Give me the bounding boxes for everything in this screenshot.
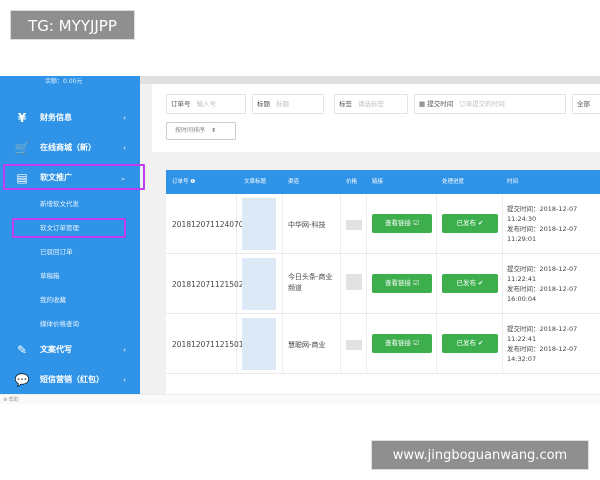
status-published-button[interactable]: 已发布 ✔: [442, 334, 498, 353]
order-number: 201812071121502: [172, 280, 244, 289]
field-placeholder: 订单提交的时间: [459, 100, 505, 108]
sidebar-item-mall[interactable]: 🛒 在线商城（新） ‹: [0, 134, 140, 162]
article-thumbnail: [242, 258, 276, 310]
price-value: [346, 274, 362, 290]
article-thumbnail: [242, 198, 276, 250]
orders-table: 订单号 ❶ 文章标题 渠道 价格 链接 处理进度 时间 201812071124…: [166, 170, 600, 394]
highlight-box-promotion: [3, 164, 145, 190]
field-placeholder: 标题: [276, 100, 289, 108]
chat-icon: 💬: [14, 373, 30, 387]
sidebar: 余额：0.00元 ¥ 财务信息 ‹ 🛒 在线商城（新） ‹ ▤ 软文推广 ⌄ 新…: [0, 76, 145, 394]
page: TG: MYYJJPP 余额：0.00元 ¥ 财务信息 ‹ 🛒 在线商城（新） …: [0, 0, 600, 480]
chevron-left-icon: ‹: [123, 144, 126, 152]
publish-clock: 11:29:01: [507, 235, 537, 243]
status-strip: ⊕ 帮助: [0, 394, 600, 404]
th-progress: 处理进度: [442, 179, 465, 185]
publish-clock: 16:00:04: [507, 295, 537, 303]
field-label: 订单号: [171, 100, 191, 108]
cart-icon: 🛒: [14, 141, 30, 155]
submit-time: 提交时间：2018-12-07: [507, 205, 578, 213]
publish-clock: 14:32:07: [507, 355, 537, 363]
publish-time: 发布时间：2018-12-07: [507, 285, 578, 293]
view-link-button[interactable]: 查看链接 ☑: [372, 334, 432, 353]
sidebar-subitem-rejected[interactable]: 已驳回订单: [40, 246, 73, 258]
submit-clock: 11:22:41: [507, 335, 537, 343]
tg-watermark: TG: MYYJJPP: [10, 10, 135, 40]
price-value: [346, 220, 362, 230]
sidebar-item-sms[interactable]: 💬 短信营销（红包） ‹: [0, 366, 140, 394]
th-title: 文章标题: [244, 179, 267, 185]
sidebar-item-label: 在线商城（新）: [40, 143, 96, 152]
title-field[interactable]: 标题 标题: [252, 94, 324, 114]
submit-clock: 11:22:41: [507, 275, 537, 283]
submit-time: 提交时间：2018-12-07: [507, 325, 578, 333]
status-published-button[interactable]: 已发布 ✔: [442, 274, 498, 293]
sort-button-label: 按时间排序: [175, 127, 206, 134]
sidebar-subitem-favorites[interactable]: 我的收藏: [40, 294, 66, 306]
status-select-value: 全部: [577, 100, 590, 108]
article-thumbnail: [242, 318, 276, 370]
sort-icon: ⬍: [210, 127, 216, 134]
status-select[interactable]: 全部: [572, 94, 600, 114]
sidebar-subitem-drafts[interactable]: 草稿箱: [40, 270, 60, 282]
submit-time-field[interactable]: ▦ 提交时间 订单提交的时间: [414, 94, 566, 114]
th-price: 价格: [346, 179, 358, 185]
chevron-left-icon: ‹: [123, 346, 126, 354]
sidebar-subitem-media-price[interactable]: 媒体价格查询: [40, 318, 79, 330]
field-label: 标签: [339, 100, 352, 108]
view-link-button[interactable]: 查看链接 ☑: [372, 214, 432, 233]
media-channel: 中华网-科技: [288, 221, 326, 229]
sidebar-item-label: 短信营销（红包）: [40, 375, 104, 384]
view-link-button[interactable]: 查看链接 ☑: [372, 274, 432, 293]
highlight-box-order-manage: [12, 218, 126, 238]
table-row: 201812071121501 慧聪网-商业 查看链接 ☑ 已发布 ✔ 提交时间…: [166, 314, 600, 374]
th-link: 链接: [372, 179, 384, 185]
filter-panel: 订单号 输入号 标题 标题 标签 请选标签 ▦ 提交时间 订单提交的时间 全部 按时间排…: [152, 84, 600, 152]
submit-time: 提交时间：2018-12-07: [507, 265, 578, 273]
sidebar-item-label: 文案代写: [40, 345, 72, 354]
table-row: 201812071124070 中华网-科技 查看链接 ☑ 已发布 ✔ 提交时间…: [166, 194, 600, 254]
th-order-no: 订单号 ❶: [172, 179, 196, 185]
time-info: 提交时间：2018-12-07 11:22:41 发布时间：2018-12-07…: [507, 324, 597, 364]
submit-clock: 11:24:30: [507, 215, 537, 223]
site-watermark: www.jingboguanwang.com: [371, 440, 589, 470]
table-row: 201812071121502 今日头条-商业频道 查看链接 ☑ 已发布 ✔ 提…: [166, 254, 600, 314]
order-no-field[interactable]: 订单号 输入号: [166, 94, 246, 114]
sidebar-item-label: 财务信息: [40, 113, 72, 122]
yen-icon: ¥: [17, 111, 27, 125]
top-bar: [140, 76, 600, 84]
pen-icon: ✎: [16, 343, 28, 357]
publish-time: 发布时间：2018-12-07: [507, 225, 578, 233]
field-placeholder: 输入号: [196, 100, 217, 108]
table-header: 订单号 ❶ 文章标题 渠道 价格 链接 处理进度 时间: [166, 170, 600, 194]
chevron-left-icon: ‹: [123, 376, 126, 384]
chevron-left-icon: ‹: [123, 114, 126, 122]
th-time: 时间: [507, 179, 519, 185]
time-info: 提交时间：2018-12-07 11:22:41 发布时间：2018-12-07…: [507, 264, 597, 304]
balance-text: 余额：0.00元: [45, 78, 83, 85]
time-info: 提交时间：2018-12-07 11:24:30 发布时间：2018-12-07…: [507, 204, 597, 244]
media-channel: 今日头条-商业频道: [288, 273, 333, 292]
order-number: 201812071124070: [172, 220, 244, 229]
sidebar-subitem-new-post[interactable]: 新增软文代发: [40, 198, 79, 210]
field-label: 标题: [257, 100, 270, 108]
sidebar-item-finance[interactable]: ¥ 财务信息 ‹: [0, 104, 140, 132]
tag-field[interactable]: 标签 请选标签: [334, 94, 408, 114]
media-channel: 慧聪网-商业: [288, 341, 326, 349]
status-published-button[interactable]: 已发布 ✔: [442, 214, 498, 233]
th-channel: 渠道: [288, 179, 300, 185]
calendar-icon: ▦: [419, 100, 426, 108]
sidebar-item-copywriting[interactable]: ✎ 文案代写 ‹: [0, 336, 140, 364]
order-number: 201812071121501: [172, 340, 244, 349]
publish-time: 发布时间：2018-12-07: [507, 345, 578, 353]
field-label: 提交时间: [427, 100, 454, 108]
sort-by-time-button[interactable]: 按时间排序 ⬍: [166, 122, 236, 140]
embedded-admin-screenshot: 余额：0.00元 ¥ 财务信息 ‹ 🛒 在线商城（新） ‹ ▤ 软文推广 ⌄ 新…: [0, 76, 600, 394]
price-value: [346, 340, 362, 350]
field-placeholder: 请选标签: [358, 100, 384, 108]
